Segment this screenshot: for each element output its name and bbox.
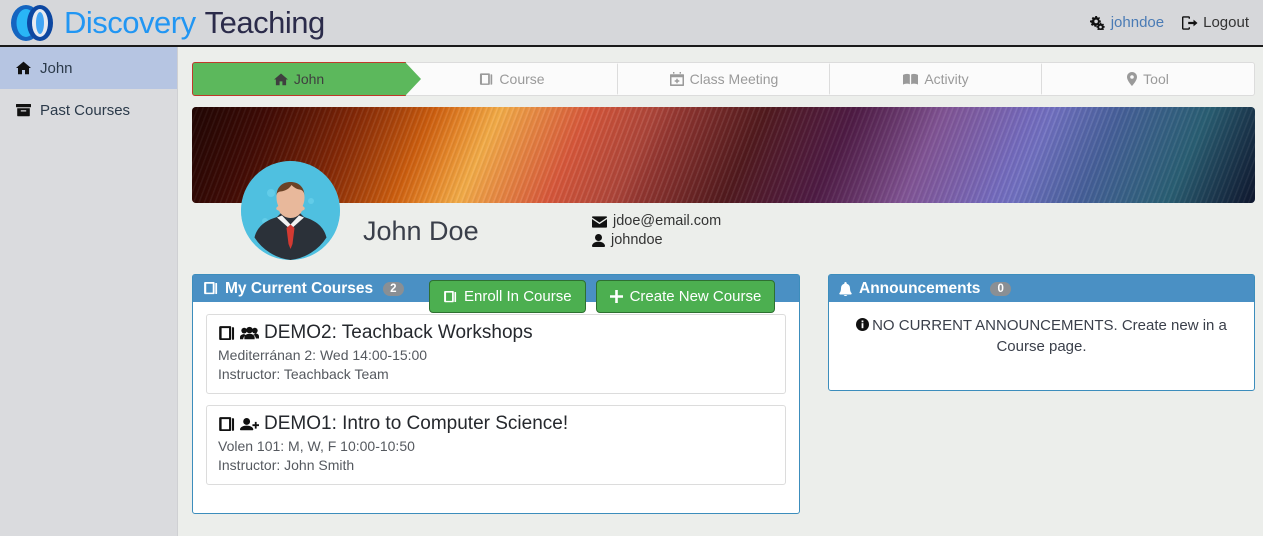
- envelope-icon: [592, 216, 607, 228]
- brand-primary: Discovery: [64, 5, 196, 40]
- sidebar: John Past Courses: [0, 47, 178, 536]
- breadcrumb-item-activity-label: Activity: [924, 71, 968, 87]
- profile-username: johndoe: [611, 231, 663, 250]
- announcements-panel-header: Announcements 0: [829, 275, 1254, 302]
- announcements-empty-state: NO CURRENT ANNOUNCEMENTS. Create new in …: [829, 302, 1254, 370]
- announcements-count-badge: 0: [990, 282, 1010, 296]
- enroll-in-course-label: Enroll In Course: [464, 288, 572, 305]
- businessman-avatar: [241, 161, 340, 260]
- announcements-panel-title: Announcements: [859, 280, 980, 298]
- breadcrumb-item-class-meeting[interactable]: Class Meeting: [618, 63, 830, 95]
- sidebar-item-john-label: John: [40, 60, 73, 77]
- profile-banner: [192, 107, 1255, 203]
- calendar-plus-icon: [670, 72, 684, 86]
- sidebar-item-past-courses[interactable]: Past Courses: [0, 89, 177, 131]
- info-circle-icon: [856, 318, 869, 331]
- bell-icon: [839, 282, 852, 296]
- course-instructor: Instructor: Teachback Team: [218, 365, 774, 384]
- announcements-panel: Announcements 0 NO CURRENT ANNOUNCEMENTS…: [828, 274, 1255, 391]
- course-instructor: Instructor: John Smith: [218, 456, 774, 475]
- book-icon: [218, 417, 235, 432]
- header-user-menu: johndoe Logout: [1090, 14, 1263, 31]
- open-book-icon: [903, 73, 918, 86]
- user-account-link[interactable]: johndoe: [1090, 14, 1164, 31]
- breadcrumb-item-class-meeting-label: Class Meeting: [690, 71, 779, 87]
- breadcrumb-item-tool-label: Tool: [1143, 71, 1169, 87]
- announcements-empty-message: NO CURRENT ANNOUNCEMENTS. Create new in …: [872, 317, 1227, 355]
- book-icon: [443, 291, 457, 303]
- profile-email: jdoe@email.com: [613, 212, 721, 231]
- sidebar-item-john[interactable]: John: [0, 47, 177, 89]
- profile-username-row: johndoe: [592, 231, 721, 250]
- course-title: DEMO1: Intro to Computer Science!: [264, 413, 568, 435]
- breadcrumb-item-activity[interactable]: Activity: [830, 63, 1042, 95]
- create-new-course-label: Create New Course: [630, 288, 762, 305]
- map-marker-icon: [1127, 72, 1137, 86]
- enroll-in-course-button[interactable]: Enroll In Course: [429, 280, 586, 313]
- avatar: [241, 161, 340, 260]
- course-title: DEMO2: Teachback Workshops: [264, 322, 533, 344]
- book-icon: [479, 73, 493, 86]
- top-header-bar: Discovery Teaching johndoe Logout: [0, 0, 1263, 47]
- user-icon: [592, 234, 605, 247]
- gears-icon: [1090, 16, 1106, 30]
- brand-logo-area[interactable]: Discovery Teaching: [0, 2, 325, 44]
- book-icon: [203, 282, 218, 295]
- breadcrumb: John Course Class Meeting Activity: [192, 62, 1255, 96]
- list-item[interactable]: DEMO2: Teachback Workshops Mediterránan …: [206, 314, 786, 394]
- breadcrumb-item-course-label: Course: [499, 71, 544, 87]
- brand-secondary: Teaching: [205, 5, 325, 40]
- home-icon: [16, 61, 31, 75]
- sidebar-item-past-courses-label: Past Courses: [40, 102, 130, 119]
- create-new-course-button[interactable]: Create New Course: [596, 280, 776, 313]
- profile-email-row: jdoe@email.com: [592, 212, 721, 231]
- logout-link[interactable]: Logout: [1182, 14, 1249, 31]
- course-title-row: DEMO1: Intro to Computer Science!: [218, 413, 774, 435]
- home-icon: [274, 73, 288, 86]
- courses-count-badge: 2: [383, 282, 403, 296]
- page-title: John Doe: [363, 216, 479, 247]
- breadcrumb-item-john[interactable]: John: [192, 62, 406, 96]
- user-name-label: johndoe: [1111, 14, 1164, 31]
- archive-icon: [16, 103, 31, 117]
- brand-title: Discovery Teaching: [64, 5, 325, 41]
- profile-contact-info: jdoe@email.com johndoe: [592, 212, 721, 250]
- courses-panel-actions: Enroll In Course Create New Course: [429, 280, 775, 313]
- discovery-rings-logo: [10, 2, 56, 44]
- course-schedule: Mediterránan 2: Wed 14:00-15:00: [218, 346, 774, 365]
- course-schedule: Volen 101: M, W, F 10:00-10:50: [218, 437, 774, 456]
- list-item[interactable]: DEMO1: Intro to Computer Science! Volen …: [206, 405, 786, 485]
- course-title-row: DEMO2: Teachback Workshops: [218, 322, 774, 344]
- breadcrumb-item-course[interactable]: Course: [406, 63, 618, 95]
- book-icon: [218, 326, 235, 341]
- breadcrumb-item-john-label: John: [294, 71, 324, 87]
- logout-label: Logout: [1203, 14, 1249, 31]
- plus-icon: [610, 290, 623, 303]
- breadcrumb-item-tool[interactable]: Tool: [1042, 63, 1254, 95]
- users-icon: [240, 326, 259, 341]
- course-list: DEMO2: Teachback Workshops Mediterránan …: [193, 302, 799, 485]
- courses-panel-title: My Current Courses: [225, 280, 373, 298]
- user-plus-icon: [240, 417, 259, 432]
- sign-out-icon: [1182, 16, 1198, 30]
